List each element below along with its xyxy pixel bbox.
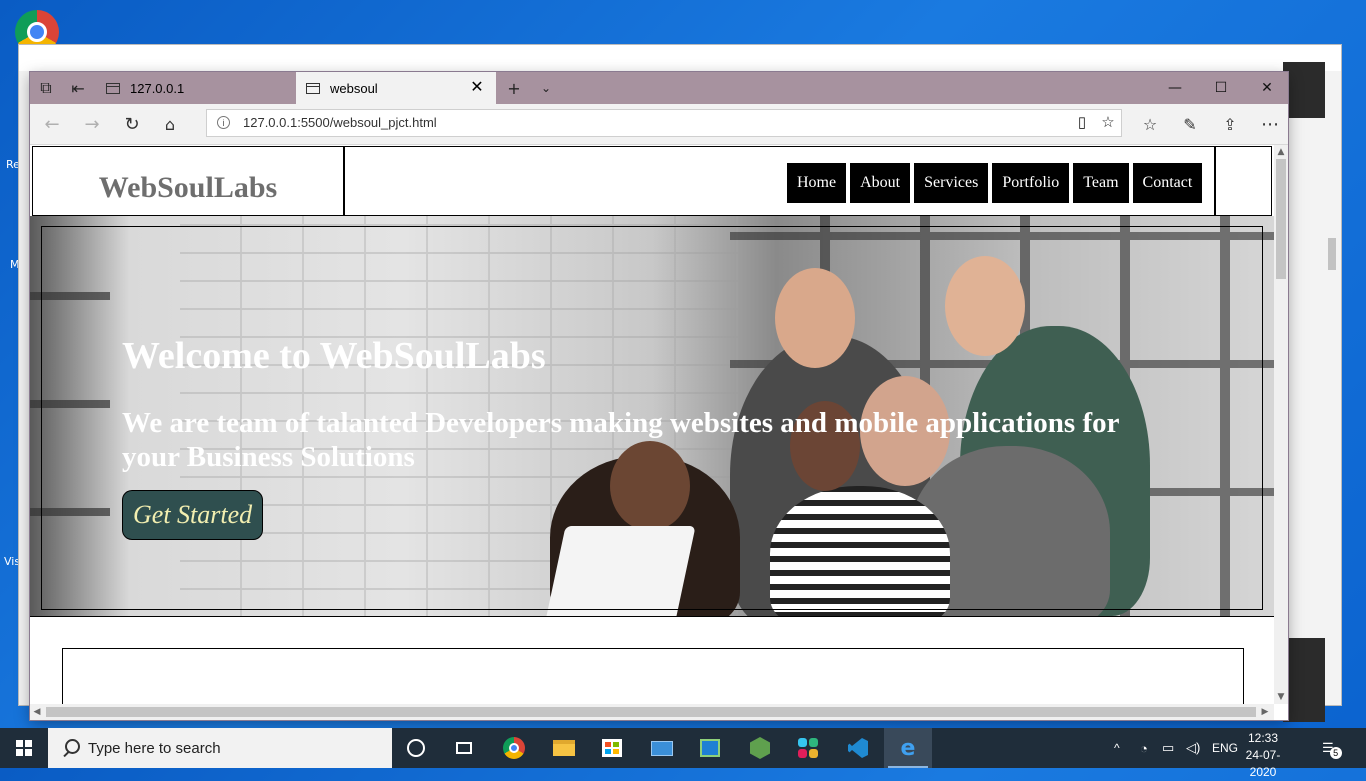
windows-logo-icon — [16, 740, 32, 756]
refresh-icon[interactable]: ↻ — [116, 108, 148, 140]
slack-icon[interactable] — [784, 728, 832, 768]
scroll-up-icon[interactable]: ▲ — [1274, 145, 1288, 159]
favorite-star-icon[interactable]: ☆ — [1095, 110, 1121, 136]
show-hidden-icons-icon[interactable]: ^ — [1114, 728, 1120, 768]
home-icon[interactable]: ⌂ — [154, 108, 186, 140]
background-window-edge — [1288, 118, 1340, 638]
nav-portfolio[interactable]: Portfolio — [992, 163, 1070, 203]
nav-home[interactable]: Home — [787, 163, 847, 203]
store-icon[interactable] — [588, 728, 636, 768]
nav-services[interactable]: Services — [914, 163, 989, 203]
nav-contact[interactable]: Contact — [1132, 163, 1203, 203]
chrome-taskbar-icon[interactable] — [490, 728, 538, 768]
hero-section: Welcome to WebSoulLabs We are team of ta… — [30, 216, 1274, 616]
notes-pen-icon[interactable]: ✎ — [1174, 108, 1206, 140]
favorites-hub-icon[interactable]: ☆ — [1134, 108, 1166, 140]
site-logo[interactable]: WebSoulLabs — [33, 147, 345, 215]
content-section-box — [62, 648, 1244, 704]
tab-strip: ⧉ ⇤ 127.0.0.1 websoul ✕ + ⌄ — ☐ ✕ — [30, 72, 1288, 104]
back-icon[interactable]: ← — [36, 108, 68, 140]
horizontal-scrollbar[interactable]: ◀ ▶ — [30, 704, 1274, 720]
close-window-button[interactable]: ✕ — [1244, 72, 1288, 104]
tab-title: websoul — [330, 80, 378, 96]
search-placeholder: Type here to search — [88, 739, 221, 757]
minimize-button[interactable]: — — [1152, 72, 1198, 104]
scroll-right-icon[interactable]: ▶ — [1258, 704, 1272, 720]
header-divider — [1214, 147, 1216, 215]
share-icon[interactable]: ⇪ — [1214, 108, 1246, 140]
start-button[interactable] — [0, 728, 48, 768]
get-started-button[interactable]: Get Started — [122, 490, 264, 540]
edge-browser-icon[interactable]: e — [884, 728, 932, 768]
close-tab-icon[interactable]: ✕ — [468, 79, 486, 97]
vscode-icon[interactable] — [834, 728, 882, 768]
maximize-button[interactable]: ☐ — [1198, 72, 1244, 104]
taskbar-clock[interactable]: 12:33 24-07-2020 — [1236, 730, 1290, 781]
language-indicator[interactable]: ENG — [1212, 728, 1238, 768]
tab-title: 127.0.0.1 — [130, 80, 185, 96]
nav-about[interactable]: About — [850, 163, 911, 203]
hero-subtitle: We are team of talanted Developers makin… — [122, 407, 1119, 473]
hero-bottom-line — [30, 616, 1274, 617]
vertical-scrollbar[interactable]: ▲ ▼ — [1274, 145, 1288, 704]
clock-date: 24-07-2020 — [1245, 748, 1281, 779]
photos-app-icon[interactable] — [686, 728, 734, 768]
navigation-bar: ← → ↻ ⌂ i 127.0.0.1:5500/websoul_pjct.ht… — [30, 104, 1288, 145]
more-icon[interactable]: ⋯ — [1254, 108, 1286, 140]
nav-team[interactable]: Team — [1073, 163, 1129, 203]
info-icon[interactable]: i — [217, 116, 230, 129]
site-header: WebSoulLabs Home About Services Portfoli… — [32, 146, 1272, 216]
tab-websoul[interactable]: websoul ✕ — [296, 72, 496, 104]
page-icon — [106, 82, 120, 94]
battery-icon[interactable]: ▭ — [1162, 728, 1174, 768]
taskbar: Type here to search e ^ ◔ ▭ ◁) ENG 12:33… — [0, 728, 1366, 779]
web-page: WebSoulLabs Home About Services Portfoli… — [30, 145, 1274, 704]
search-icon — [62, 739, 80, 757]
action-center-icon[interactable]: ☰ 5 — [1322, 728, 1342, 768]
volume-icon[interactable]: ◁) — [1186, 728, 1200, 768]
address-url: 127.0.0.1:5500/websoul_pjct.html — [243, 115, 437, 130]
mail-icon[interactable] — [638, 728, 686, 768]
task-view-icon[interactable] — [440, 728, 488, 768]
scroll-left-icon[interactable]: ◀ — [30, 704, 44, 720]
site-nav: Home About Services Portfolio Team Conta… — [787, 163, 1203, 203]
cortana-icon[interactable] — [392, 728, 440, 768]
set-aside-tabs-icon[interactable]: ⇤ — [62, 72, 94, 104]
file-explorer-icon[interactable] — [540, 728, 588, 768]
tab-preview-chevron-icon[interactable]: ⌄ — [530, 72, 562, 104]
vertical-scroll-thumb[interactable] — [1276, 159, 1286, 279]
horizontal-scroll-thumb[interactable] — [46, 707, 1256, 717]
browser-window: ⧉ ⇤ 127.0.0.1 websoul ✕ + ⌄ — ☐ ✕ ← → ↻ … — [30, 72, 1288, 720]
taskbar-search[interactable]: Type here to search — [48, 728, 392, 768]
tab-manager-icon[interactable]: ⧉ — [30, 72, 62, 104]
clock-time: 12:33 — [1247, 731, 1279, 745]
notification-count-badge: 5 — [1329, 747, 1342, 759]
reading-view-icon[interactable]: ▯ — [1069, 110, 1095, 136]
hero-title: Welcome to WebSoulLabs — [122, 335, 546, 377]
new-tab-icon[interactable]: + — [498, 72, 530, 104]
network-icon[interactable]: ◔ — [1140, 728, 1148, 768]
address-bar[interactable]: i 127.0.0.1:5500/websoul_pjct.html ▯ ☆ — [206, 109, 1122, 137]
nodejs-icon[interactable] — [736, 728, 784, 768]
scroll-down-icon[interactable]: ▼ — [1274, 690, 1288, 704]
forward-icon[interactable]: → — [76, 108, 108, 140]
tab-127[interactable]: 127.0.0.1 — [96, 72, 296, 104]
page-icon — [306, 82, 320, 94]
